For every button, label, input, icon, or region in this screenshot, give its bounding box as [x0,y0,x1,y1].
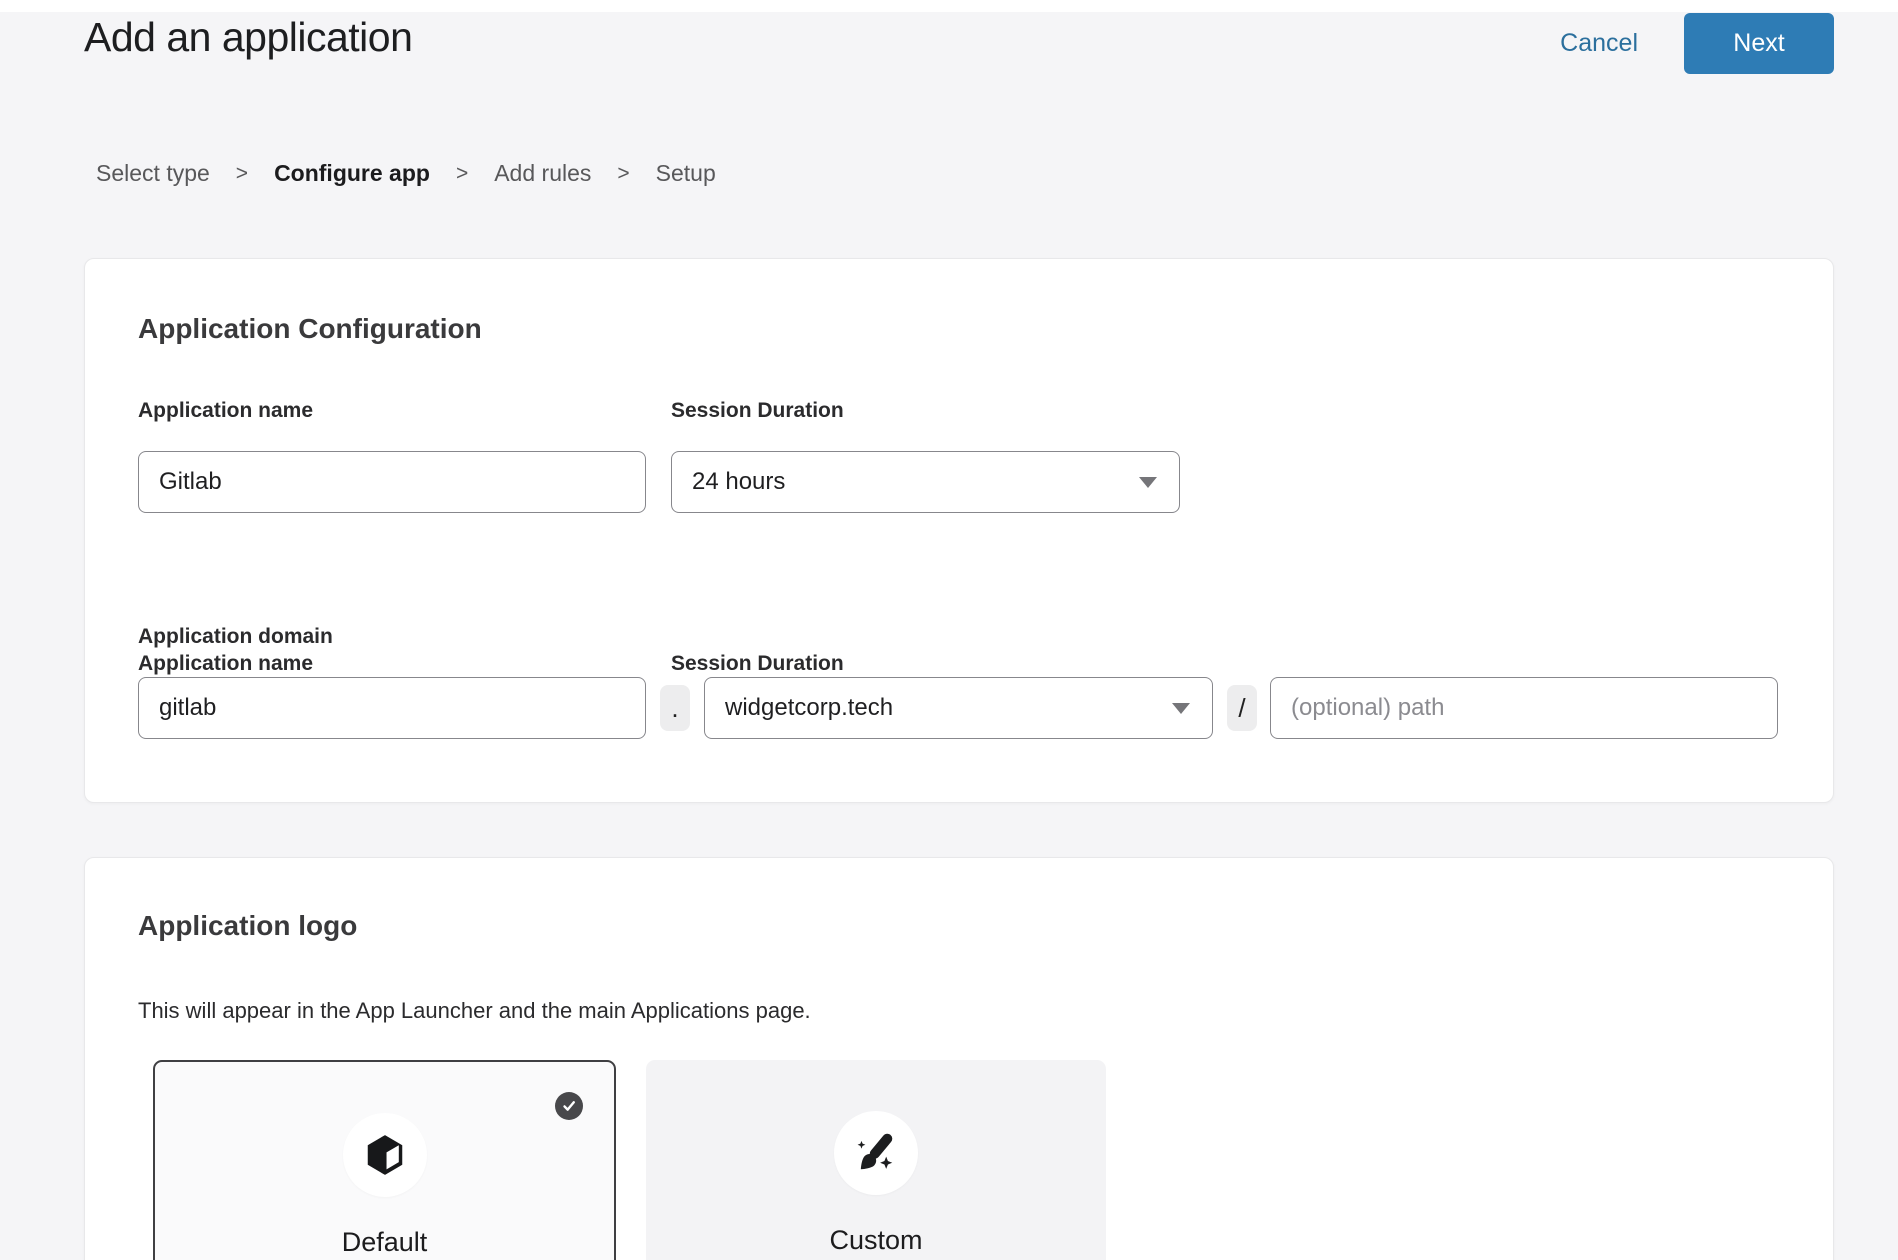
breadcrumb-separator: > [236,162,248,186]
breadcrumb-step-select-type[interactable]: Select type [96,160,210,187]
default-logo-circle [343,1113,427,1197]
logo-option-custom-label: Custom [646,1225,1106,1256]
cancel-button[interactable]: Cancel [1560,29,1638,58]
page-header: Add an application Cancel Next [84,12,1834,92]
breadcrumb-separator: > [617,162,629,186]
breadcrumb: Select type > Configure app > Add rules … [96,160,716,187]
domain-value: widgetcorp.tech [725,694,893,722]
page-title: Add an application [84,14,412,61]
domain-select[interactable]: widgetcorp.tech [704,677,1213,739]
breadcrumb-separator: > [456,162,468,186]
logo-option-default[interactable]: Default [153,1060,616,1260]
session-duration-label: Session Duration [671,652,844,676]
path-input[interactable] [1270,677,1778,739]
paintbrush-icon [850,1127,902,1179]
cube-icon [362,1132,408,1178]
breadcrumb-step-configure-app[interactable]: Configure app [274,160,430,187]
selected-check-badge [555,1092,583,1120]
application-logo-heading: Application logo [138,910,357,942]
logo-option-custom[interactable]: Custom [646,1060,1106,1260]
breadcrumb-step-add-rules[interactable]: Add rules [494,160,591,187]
application-logo-description: This will appear in the App Launcher and… [138,998,811,1024]
subdomain-input[interactable] [138,677,646,739]
application-logo-card: Application logo This will appear in the… [84,857,1834,1260]
session-duration-value: 24 hours [692,468,785,496]
session-duration-label-row1: Session Duration [671,399,844,423]
next-button[interactable]: Next [1684,13,1834,74]
application-name-label-row1: Application name [138,399,313,423]
chevron-down-icon [1172,703,1190,714]
slash-separator: / [1227,685,1257,731]
dot-separator: . [660,685,690,731]
custom-logo-circle [834,1111,918,1195]
application-configuration-card: Application Configuration Application na… [84,258,1834,803]
header-actions: Cancel Next [1560,12,1834,74]
breadcrumb-step-setup[interactable]: Setup [656,160,716,187]
application-name-label: Application name [138,652,313,676]
check-icon [560,1097,578,1115]
logo-option-default-label: Default [155,1227,614,1258]
application-name-input[interactable] [138,451,646,513]
top-strip [0,0,1898,12]
chevron-down-icon [1139,477,1157,488]
application-domain-label: Application domain [138,625,333,649]
session-duration-select[interactable]: 24 hours [671,451,1180,513]
application-configuration-heading: Application Configuration [138,313,482,345]
